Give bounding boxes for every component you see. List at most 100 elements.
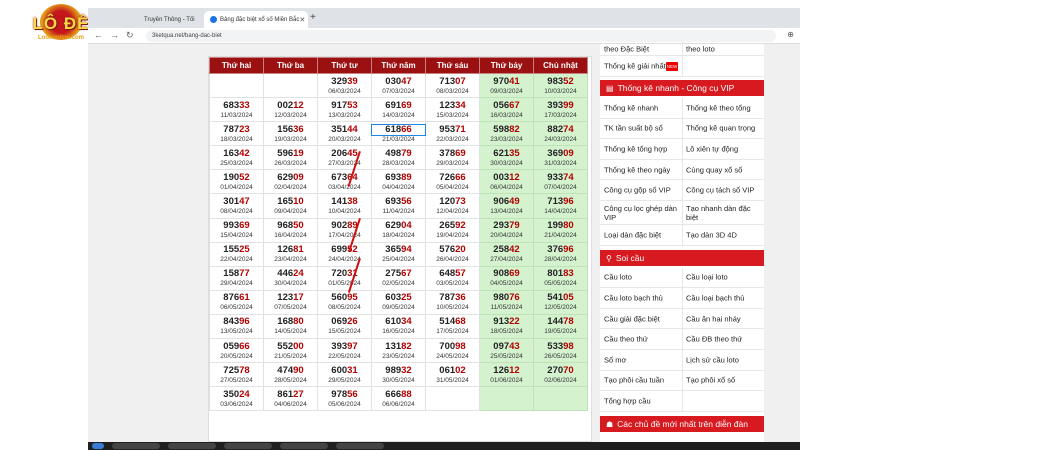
taskbar-app[interactable] bbox=[224, 443, 272, 449]
sidebar-link[interactable]: Số mơ bbox=[604, 355, 680, 364]
sidebar-link[interactable]: Tạo nhanh dàn đặc biệt bbox=[686, 204, 762, 222]
sidebar-link[interactable]: Cùng quay xổ số bbox=[686, 165, 762, 174]
draw-date: 25/03/2024 bbox=[220, 159, 253, 167]
special-prize-number: 39397 bbox=[331, 340, 358, 352]
special-prize-number: 57620 bbox=[439, 244, 466, 256]
draw-date: 24/03/2024 bbox=[544, 135, 577, 143]
special-prize-number: 88274 bbox=[547, 123, 574, 135]
sidebar-link[interactable]: theo Đặc Biệt bbox=[604, 44, 680, 53]
special-prize-number: 69389 bbox=[385, 171, 412, 183]
result-cell: 99369 15/04/2024 bbox=[209, 217, 264, 243]
special-prize-number: 19980 bbox=[547, 220, 574, 232]
taskbar-app[interactable] bbox=[168, 443, 216, 449]
result-cell: 90869 04/05/2024 bbox=[479, 265, 534, 291]
result-cell: 66688 06/06/2024 bbox=[371, 386, 426, 412]
special-prize-number: 90289 bbox=[331, 220, 358, 232]
result-cell: 12612 01/06/2024 bbox=[479, 362, 534, 388]
result-cell: 12317 07/05/2024 bbox=[263, 289, 318, 315]
sidebar-link[interactable]: Lô xiên tự động bbox=[686, 144, 762, 153]
draw-date: 19/04/2024 bbox=[436, 232, 469, 240]
result-cell: 05667 16/03/2024 bbox=[479, 97, 534, 123]
sidebar-link[interactable]: Lịch sử cầu loto bbox=[686, 355, 762, 364]
sidebar-link[interactable]: Thống kê quan trọng bbox=[686, 124, 762, 133]
sidebar: theo Đặc Biệt theo loto Thống kê giải nhất… bbox=[600, 42, 764, 442]
sidebar-link-row: theo Đặc Biệt theo loto bbox=[600, 42, 764, 56]
special-prize-number: 51468 bbox=[439, 316, 466, 328]
sidebar-link[interactable]: Thống kê theo tổng bbox=[686, 103, 762, 112]
special-prize-board: Thứ hai Thứ ba Thứ tư Thứ năm Thứ sáu Thứ bảy… bbox=[208, 56, 592, 442]
result-cell: 53398 26/05/2024 bbox=[533, 338, 588, 364]
back-icon[interactable]: ← bbox=[94, 30, 103, 40]
draw-date: 07/03/2024 bbox=[382, 87, 415, 95]
result-cell: 15877 29/04/2024 bbox=[209, 265, 264, 291]
sidebar-link[interactable]: theo loto bbox=[686, 44, 762, 53]
favicon-icon bbox=[210, 16, 217, 23]
sidebar-link[interactable]: Cầu ăn hai nháy bbox=[686, 314, 762, 323]
sidebar-link[interactable]: Công cụ gộp số VIP bbox=[604, 186, 680, 195]
new-tab-button[interactable]: + bbox=[310, 12, 316, 23]
draw-date: 26/04/2024 bbox=[436, 256, 469, 264]
sidebar-link[interactable]: Cầu loto bbox=[604, 273, 680, 282]
special-prize-number: 16342 bbox=[223, 147, 250, 159]
sidebar-link[interactable]: Cầu loại bạch thủ bbox=[686, 293, 762, 302]
results-table: Thứ hai Thứ ba Thứ tư Thứ năm Thứ sáu Thứ bảy… bbox=[209, 57, 588, 412]
sidebar-link[interactable]: Công cụ lọc ghép dàn VIP bbox=[604, 204, 680, 222]
sidebar-link[interactable]: Thống kê tổng hợp bbox=[604, 144, 680, 153]
sidebar-link[interactable]: Công cụ tách số VIP bbox=[686, 186, 762, 195]
forward-icon[interactable]: → bbox=[110, 30, 119, 40]
url-input[interactable]: 3ketqua.net/bang-dac-biet bbox=[146, 30, 776, 42]
result-cell: 16880 14/05/2024 bbox=[263, 313, 318, 340]
tab-label: Bảng đặc biệt xổ số Miền Bắc bbox=[220, 16, 300, 23]
draw-date: 03/06/2024 bbox=[220, 400, 253, 408]
result-cell: 62135 30/03/2024 bbox=[479, 145, 534, 171]
draw-date: 15/04/2024 bbox=[220, 232, 253, 240]
sidebar-link-row: Thống kê nhanh Thống kê theo tổng bbox=[600, 98, 764, 119]
sidebar-link[interactable]: Cầu loto bạch thủ bbox=[604, 293, 680, 302]
column-header: Thứ ba bbox=[263, 57, 318, 74]
result-cell: 61866 21/03/2024 bbox=[371, 121, 426, 147]
sidebar-link[interactable]: Thống kê nhanh bbox=[604, 103, 680, 112]
sidebar-link[interactable]: Thống kê giải nhất NEW bbox=[604, 61, 680, 71]
draw-date: 02/04/2024 bbox=[274, 183, 307, 191]
divider bbox=[682, 42, 683, 55]
close-icon[interactable]: ✕ bbox=[299, 16, 305, 24]
result-cell: 36594 25/04/2024 bbox=[371, 241, 426, 267]
sidebar-link[interactable]: Loại dàn đặc biệt bbox=[604, 230, 680, 239]
sidebar-link[interactable]: Cầu giải đặc biệt bbox=[604, 314, 680, 323]
start-icon[interactable] bbox=[92, 443, 104, 449]
sidebar-link[interactable]: Thống kê theo ngày bbox=[604, 165, 680, 174]
sidebar-link[interactable]: Tạo phôi cầu tuần bbox=[604, 376, 680, 385]
result-cell: 09743 25/05/2024 bbox=[479, 338, 534, 364]
draw-date: 21/04/2024 bbox=[544, 232, 577, 240]
sidebar-link[interactable]: Tổng hợp cầu bbox=[604, 396, 680, 405]
special-prize-number: 59619 bbox=[277, 147, 304, 159]
draw-date: 17/03/2024 bbox=[544, 111, 577, 119]
sidebar-link[interactable]: Cầu theo thứ bbox=[604, 335, 680, 344]
section-header-soi-cau: ⚲ Soi cầu bbox=[600, 249, 764, 266]
divider bbox=[682, 370, 683, 391]
result-cell: 27070 02/06/2024 bbox=[533, 362, 588, 388]
sidebar-link[interactable]: Tạo phôi xổ số bbox=[686, 376, 762, 385]
draw-date: 12/04/2024 bbox=[436, 208, 469, 216]
sidebar-link[interactable]: Cầu ĐB theo thứ bbox=[686, 335, 762, 344]
sidebar-link[interactable]: TK tần suất bộ số bbox=[604, 124, 680, 133]
zoom-icon[interactable]: ⊕ bbox=[787, 30, 794, 39]
taskbar-app[interactable] bbox=[336, 443, 384, 449]
divider bbox=[682, 159, 683, 180]
special-prize-number: 72578 bbox=[223, 364, 250, 376]
browser-tab-active[interactable]: Bảng đặc biệt xổ số Miền Bắc ✕ bbox=[204, 11, 308, 28]
reload-icon[interactable]: ↻ bbox=[126, 30, 134, 41]
draw-date: 05/06/2024 bbox=[328, 400, 361, 408]
sidebar-link[interactable]: Cầu loại loto bbox=[686, 273, 762, 282]
special-prize-number: 35144 bbox=[331, 123, 358, 135]
result-cell: 26592 19/04/2024 bbox=[425, 217, 480, 243]
taskbar-app[interactable] bbox=[280, 443, 328, 449]
sidebar-link[interactable]: Tạo dàn 3D 4D bbox=[686, 230, 762, 239]
result-cell: 57620 26/04/2024 bbox=[425, 241, 480, 267]
new-badge: NEW bbox=[665, 61, 679, 71]
taskbar-app[interactable] bbox=[112, 443, 160, 449]
result-cell bbox=[533, 386, 588, 412]
result-cell: 78736 10/05/2024 bbox=[425, 289, 480, 315]
draw-date: 15/03/2024 bbox=[436, 111, 469, 119]
result-cell: 62909 02/04/2024 bbox=[263, 169, 318, 195]
